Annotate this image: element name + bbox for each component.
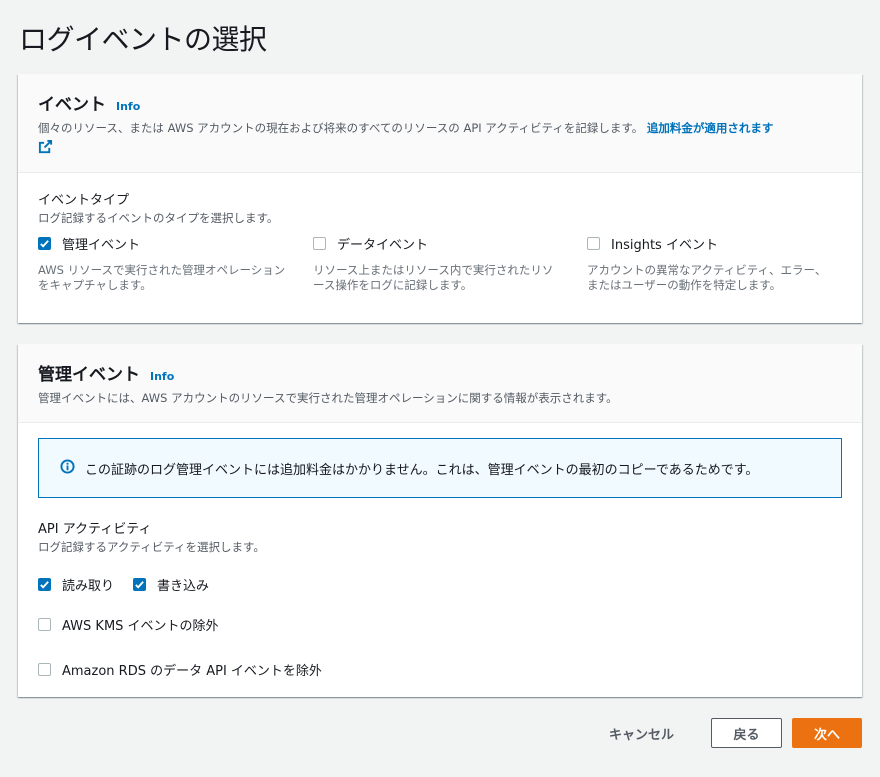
exclude-kms-option: AWS KMS イベントの除外 [38, 615, 219, 634]
events-panel-description: 個々のリソース、または AWS アカウントの現在および将来のすべてのリソースの … [38, 119, 842, 159]
write-label[interactable]: 書き込み [157, 575, 209, 594]
management-events-checkbox[interactable] [38, 237, 51, 250]
event-type-description: ログ記録するイベントのタイプを選択します。 [38, 211, 279, 225]
page-title: ログイベントの選択 [19, 23, 267, 56]
exclude-kms-checkbox[interactable] [38, 618, 51, 631]
events-description-text: 個々のリソース、または AWS アカウントの現在および将来のすべてのリソースの … [38, 121, 644, 135]
option-insights-events: Insights イベント アカウントの異常なアクティビティ、エラー、またはユー… [587, 234, 837, 293]
management-panel-title: 管理イベント [38, 365, 140, 385]
management-panel-description: 管理イベントには、AWS アカウントのリソースで実行された管理オペレーションに関… [38, 391, 618, 405]
info-circle-icon [60, 458, 75, 478]
events-info-link[interactable]: Info [116, 100, 140, 113]
exclude-rds-option: Amazon RDS のデータ API イベントを除外 [38, 660, 322, 679]
additional-charges-link[interactable]: 追加料金が適用されます [647, 121, 774, 135]
insights-events-description: アカウントの異常なアクティビティ、エラー、またはユーザーの動作を特定します。 [587, 263, 827, 292]
management-info-link[interactable]: Info [150, 370, 174, 383]
events-panel: イベント Info 個々のリソース、または AWS アカウントの現在および将来の… [18, 74, 862, 323]
insights-events-label[interactable]: Insights イベント [611, 234, 718, 253]
external-link-icon[interactable] [38, 139, 53, 159]
read-checkbox[interactable] [38, 578, 51, 591]
cancel-button[interactable]: キャンセル [609, 724, 674, 743]
management-events-description: AWS リソースで実行された管理オペレーションをキャプチャします。 [38, 263, 286, 292]
management-events-label[interactable]: 管理イベント [62, 234, 140, 253]
exclude-kms-label[interactable]: AWS KMS イベントの除外 [62, 615, 219, 634]
management-events-panel: 管理イベント Info 管理イベントには、AWS アカウントのリソースで実行され… [18, 344, 862, 697]
data-events-checkbox[interactable] [313, 237, 326, 250]
back-button[interactable]: 戻る [711, 718, 782, 748]
read-label[interactable]: 読み取り [62, 575, 114, 594]
api-activity-label: API アクティビティ [38, 522, 152, 537]
option-data-events: データイベント リソース上またはリソース内で実行されたリソース操作をログに記録し… [313, 234, 563, 293]
exclude-rds-checkbox[interactable] [38, 663, 51, 676]
event-type-label: イベントタイプ [38, 193, 130, 208]
data-events-label[interactable]: データイベント [337, 234, 428, 253]
read-write-options: 読み取り 書き込み [38, 575, 209, 594]
insights-events-checkbox[interactable] [587, 237, 600, 250]
data-events-description: リソース上またはリソース内で実行されたリソース操作をログに記録します。 [313, 263, 554, 292]
no-charge-info-alert: この証跡のログ管理イベントには追加料金はかかりません。これは、管理イベントの最初… [38, 438, 842, 498]
write-checkbox[interactable] [133, 578, 147, 591]
info-alert-text: この証跡のログ管理イベントには追加料金はかかりません。これは、管理イベントの最初… [85, 462, 759, 478]
management-panel-header: 管理イベント Info 管理イベントには、AWS アカウントのリソースで実行され… [18, 344, 862, 423]
option-management-events: 管理イベント AWS リソースで実行された管理オペレーションをキャプチャします。 [38, 234, 288, 293]
next-button[interactable]: 次へ [792, 718, 862, 748]
api-activity-description: ログ記録するアクティビティを選択します。 [38, 540, 265, 554]
events-panel-header: イベント Info 個々のリソース、または AWS アカウントの現在および将来の… [18, 74, 862, 173]
events-panel-title: イベント [38, 95, 106, 115]
exclude-rds-label[interactable]: Amazon RDS のデータ API イベントを除外 [62, 660, 322, 679]
